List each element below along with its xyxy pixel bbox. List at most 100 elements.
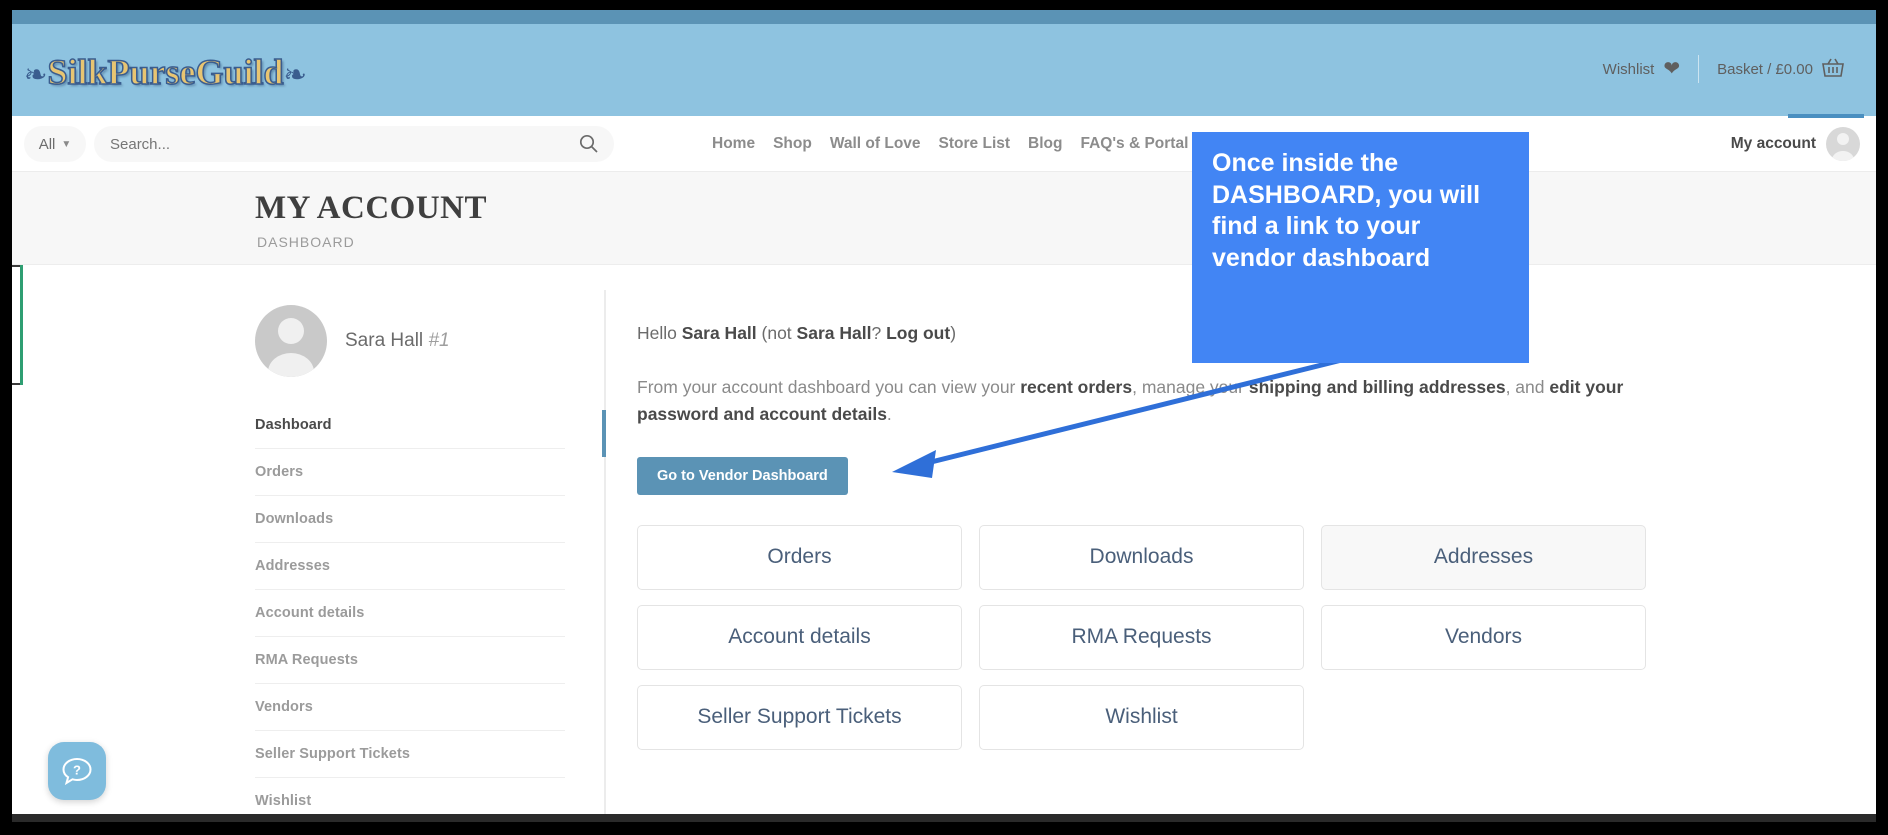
- tile-label: Addresses: [1433, 545, 1534, 568]
- breadcrumb: DASHBOARD: [257, 234, 355, 250]
- nav-label: Wall of Love: [829, 135, 921, 152]
- basket-label: Basket / £0.00: [1717, 60, 1813, 78]
- tile-label: Vendors: [1444, 625, 1523, 648]
- wishlist-label: Wishlist: [1602, 60, 1655, 78]
- greeting-close: ): [950, 323, 957, 343]
- header-utility-links: Wishlist ❤ Basket / £0.00: [1585, 54, 1862, 84]
- top-strip: [12, 10, 1876, 24]
- sidebar-user-name: Sara Hall #1: [345, 330, 450, 352]
- question-chat-icon: ?: [62, 757, 92, 786]
- search-category-select[interactable]: All ▼: [24, 126, 86, 162]
- nav-label: Blog: [1028, 135, 1063, 152]
- tile-placeholder: [1321, 685, 1646, 750]
- sidebar-item-label: Dashboard: [255, 417, 332, 433]
- sidebar-item-dashboard[interactable]: Dashboard: [255, 402, 565, 449]
- sidebar-user: Sara Hall #1: [255, 302, 565, 380]
- tile-label: Wishlist: [1105, 705, 1178, 728]
- tile-rma-requests[interactable]: RMA Requests: [979, 604, 1304, 670]
- chevron-down-icon: ▼: [61, 138, 72, 150]
- logout-link[interactable]: Log out: [886, 323, 950, 343]
- active-nav-underline: [1788, 114, 1864, 118]
- account-menu: Dashboard Orders Downloads Addresses Acc…: [255, 402, 565, 822]
- user-name-text: Sara Hall: [345, 330, 424, 351]
- my-account-label: My account: [1730, 135, 1816, 152]
- sidebar-item-downloads[interactable]: Downloads: [255, 496, 565, 543]
- search-icon[interactable]: [579, 134, 598, 153]
- sidebar-item-account-details[interactable]: Account details: [255, 590, 565, 637]
- tile-orders[interactable]: Orders: [637, 524, 962, 590]
- nav-label: Store List: [938, 135, 1011, 152]
- heart-icon: ❤: [1663, 58, 1681, 80]
- nav-item-blog[interactable]: Blog: [1028, 135, 1062, 153]
- avatar: [255, 305, 327, 377]
- desc-part-2: , manage your: [1132, 377, 1249, 398]
- dashboard-description: From your account dashboard you can view…: [637, 374, 1627, 428]
- tile-label: Orders: [767, 545, 832, 568]
- sidebar-item-addresses[interactable]: Addresses: [255, 543, 565, 590]
- search-category-label: All: [38, 135, 56, 153]
- navigation-bar: All ▼ Home Shop Wall of Love Store List …: [12, 116, 1876, 172]
- wishlist-link[interactable]: Wishlist ❤: [1585, 54, 1698, 84]
- search-input[interactable]: [110, 135, 598, 153]
- side-feedback-tab-inner: [12, 267, 20, 383]
- bottom-bar: [12, 814, 1876, 822]
- nav-item-faqs-portal[interactable]: FAQ's & Portal ▾: [1080, 135, 1198, 153]
- nav-item-home[interactable]: Home: [712, 135, 755, 153]
- browser-viewport: ❧SilkPurseGuild❧ Wishlist ❤ Basket / £0.…: [12, 10, 1876, 822]
- tile-label: RMA Requests: [1071, 625, 1212, 648]
- sidebar-item-label: Vendors: [255, 699, 313, 715]
- desc-part-3: , and: [1505, 377, 1550, 398]
- greeting-prefix: Hello: [637, 323, 682, 343]
- nav-label: Home: [712, 135, 756, 152]
- sidebar-divider: [604, 290, 606, 822]
- page-title-band: MY ACCOUNT DASHBOARD: [12, 172, 1876, 265]
- desc-part-4: .: [886, 404, 892, 425]
- callout-annotation: Once inside the DASHBOARD, you will find…: [1192, 132, 1529, 363]
- tile-wishlist[interactable]: Wishlist: [979, 684, 1304, 750]
- dashboard-content: Hello Sara Hall (not Sara Hall? Log out)…: [637, 320, 1647, 750]
- sidebar-item-label: Account details: [255, 605, 365, 621]
- nav-item-store-list[interactable]: Store List: [939, 135, 1010, 153]
- search-field-wrap: [94, 126, 614, 162]
- sidebar-item-label: Orders: [255, 464, 304, 480]
- go-to-vendor-dashboard-button[interactable]: Go to Vendor Dashboard: [637, 456, 848, 495]
- logo-flourish-left-icon: ❧: [24, 59, 48, 90]
- sidebar-item-orders[interactable]: Orders: [255, 449, 565, 496]
- sidebar-item-label: Downloads: [255, 511, 334, 527]
- greeting-user-name-2: Sara Hall: [796, 323, 872, 343]
- addresses-link[interactable]: shipping and billing addresses: [1249, 377, 1506, 397]
- greeting-user-name: Sara Hall: [681, 323, 757, 343]
- desc-part-1: From your account dashboard you can view…: [637, 377, 1021, 398]
- basket-icon: [1822, 58, 1844, 81]
- sidebar-item-vendors[interactable]: Vendors: [255, 684, 565, 731]
- sidebar-item-seller-support-tickets[interactable]: Seller Support Tickets: [255, 731, 565, 778]
- greeting-question: ?: [871, 323, 887, 343]
- tile-vendors[interactable]: Vendors: [1321, 604, 1646, 670]
- tile-seller-support-tickets[interactable]: Seller Support Tickets: [637, 684, 962, 750]
- tile-label: Downloads: [1089, 545, 1194, 568]
- sidebar-item-label: Wishlist: [255, 793, 312, 809]
- account-sidebar: Sara Hall #1 Dashboard Orders Downloads …: [255, 302, 565, 822]
- basket-link[interactable]: Basket / £0.00: [1699, 54, 1862, 84]
- tile-label: Account details: [728, 625, 871, 648]
- my-account-link[interactable]: My account: [1731, 116, 1860, 172]
- active-item-marker: [602, 410, 606, 457]
- side-feedback-tab[interactable]: [12, 265, 23, 385]
- nav-item-wall-of-love[interactable]: Wall of Love: [830, 135, 921, 153]
- logo-flourish-right-icon: ❧: [283, 59, 308, 90]
- avatar-icon: [1826, 127, 1860, 161]
- sidebar-item-rma-requests[interactable]: RMA Requests: [255, 637, 565, 684]
- tile-account-details[interactable]: Account details: [637, 604, 962, 670]
- tile-addresses[interactable]: Addresses: [1321, 524, 1646, 590]
- main-menu: Home Shop Wall of Love Store List Blog F…: [712, 116, 1198, 172]
- tile-downloads[interactable]: Downloads: [979, 524, 1304, 590]
- help-chat-button[interactable]: ?: [48, 742, 106, 800]
- nav-item-shop[interactable]: Shop: [773, 135, 812, 153]
- recent-orders-link[interactable]: recent orders: [1020, 377, 1132, 397]
- dashboard-tiles: Orders Downloads Addresses Account detai…: [637, 524, 1646, 750]
- greeting-not: (not: [756, 323, 797, 343]
- svg-text:?: ?: [73, 763, 81, 778]
- nav-label: FAQ's & Portal: [1080, 135, 1189, 152]
- site-logo[interactable]: ❧SilkPurseGuild❧: [24, 46, 354, 98]
- sidebar-item-label: Seller Support Tickets: [255, 746, 411, 762]
